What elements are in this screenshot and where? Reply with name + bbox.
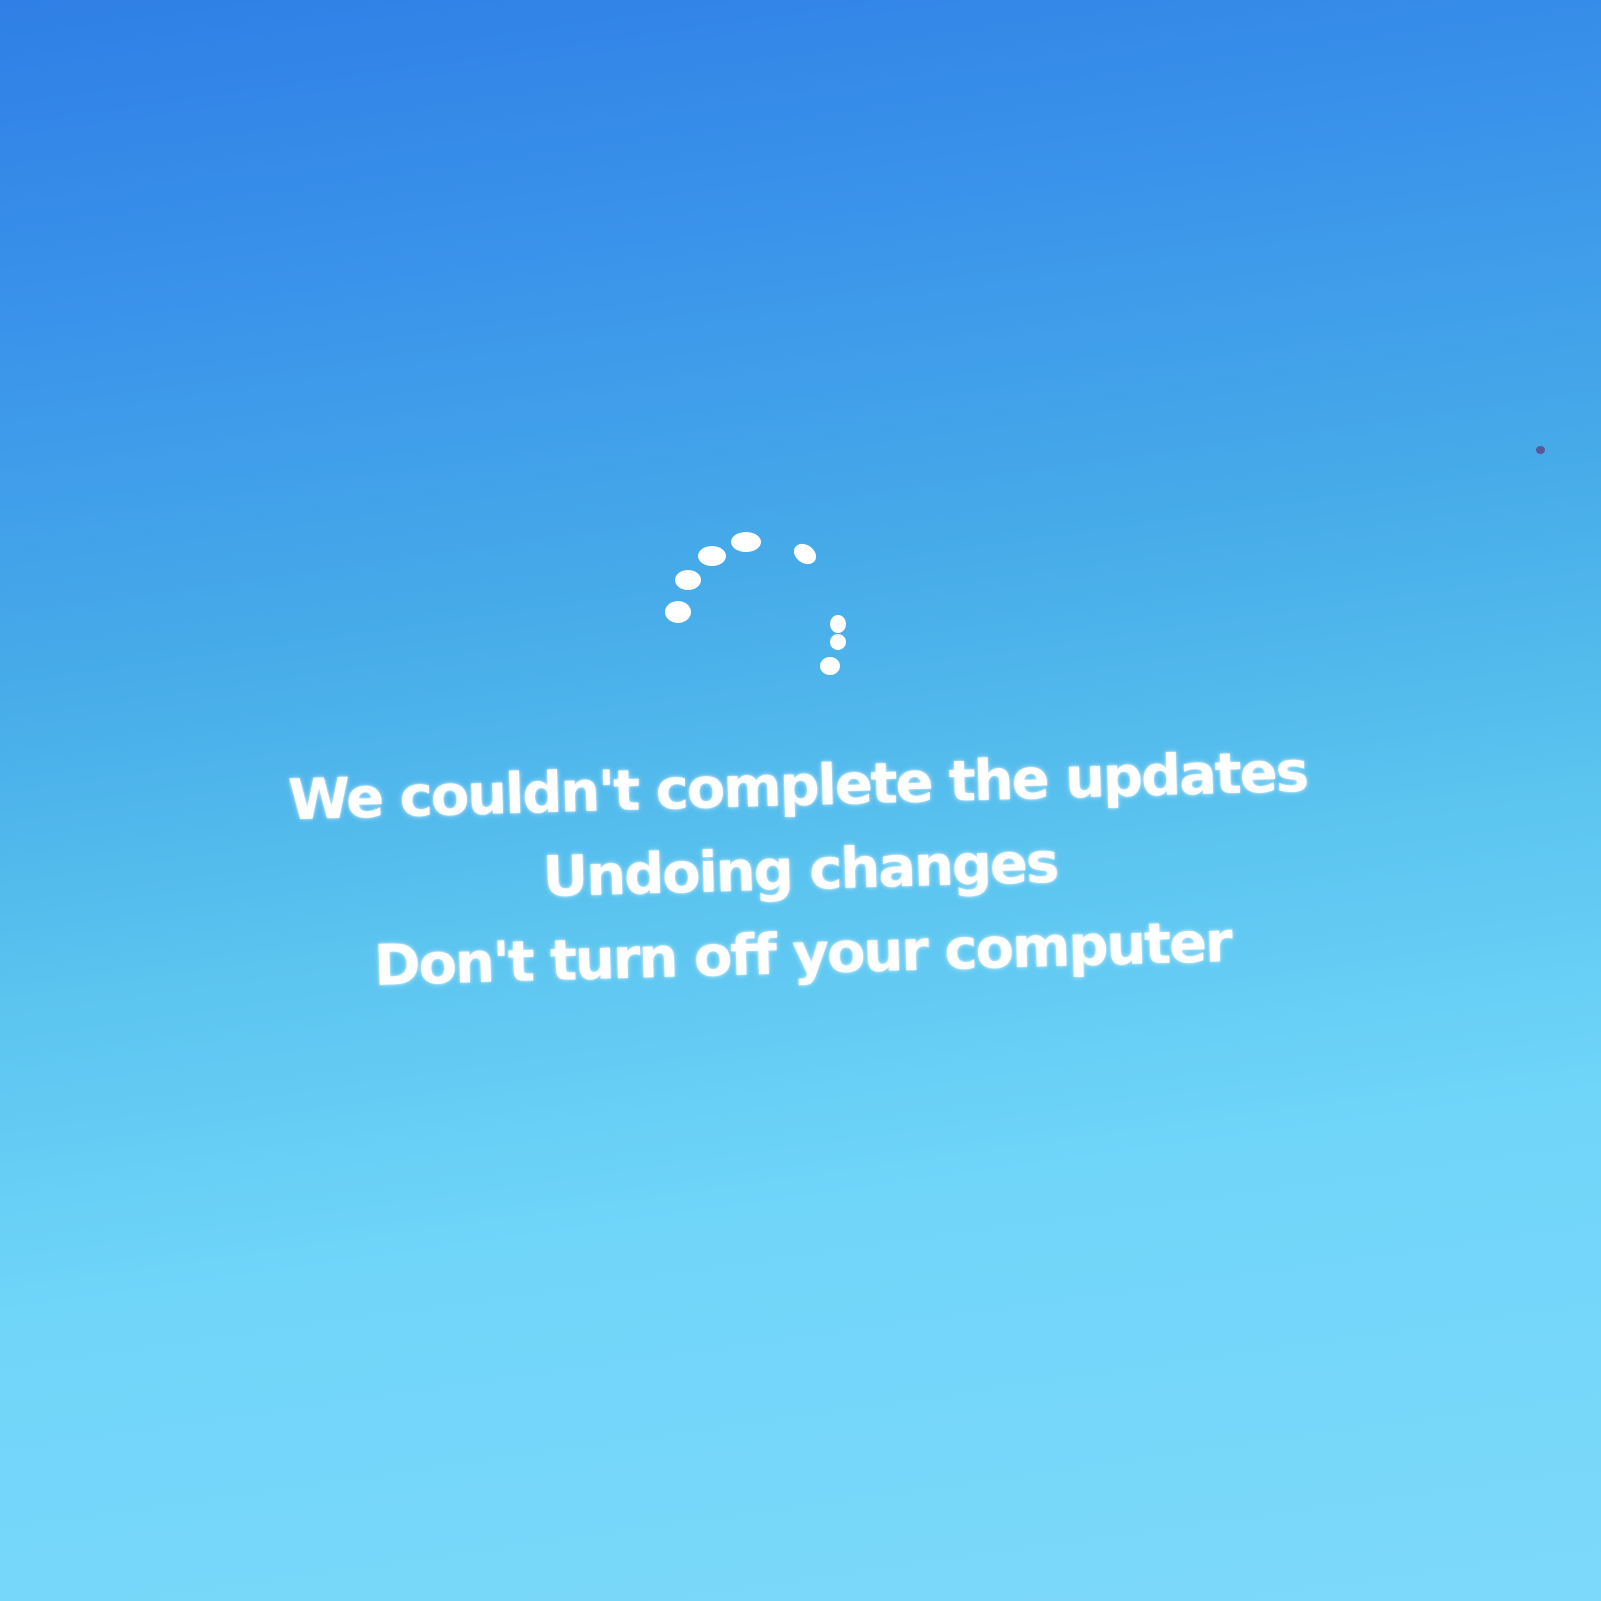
spinner-dot — [793, 543, 817, 565]
loading-spinner-icon — [640, 520, 880, 700]
update-screen: We couldn't complete the updates Undoing… — [0, 0, 1601, 1601]
spinner-dot — [665, 601, 691, 623]
spinner-dot — [675, 570, 701, 590]
spinner-dot — [820, 657, 840, 675]
spinner-dot — [830, 615, 846, 633]
spinner-dot — [830, 634, 846, 650]
screen-dust-speck — [1536, 446, 1545, 454]
update-status-message: We couldn't complete the updates Undoing… — [197, 728, 1404, 1013]
spinner-dot — [731, 532, 761, 552]
spinner-dot — [698, 546, 726, 566]
